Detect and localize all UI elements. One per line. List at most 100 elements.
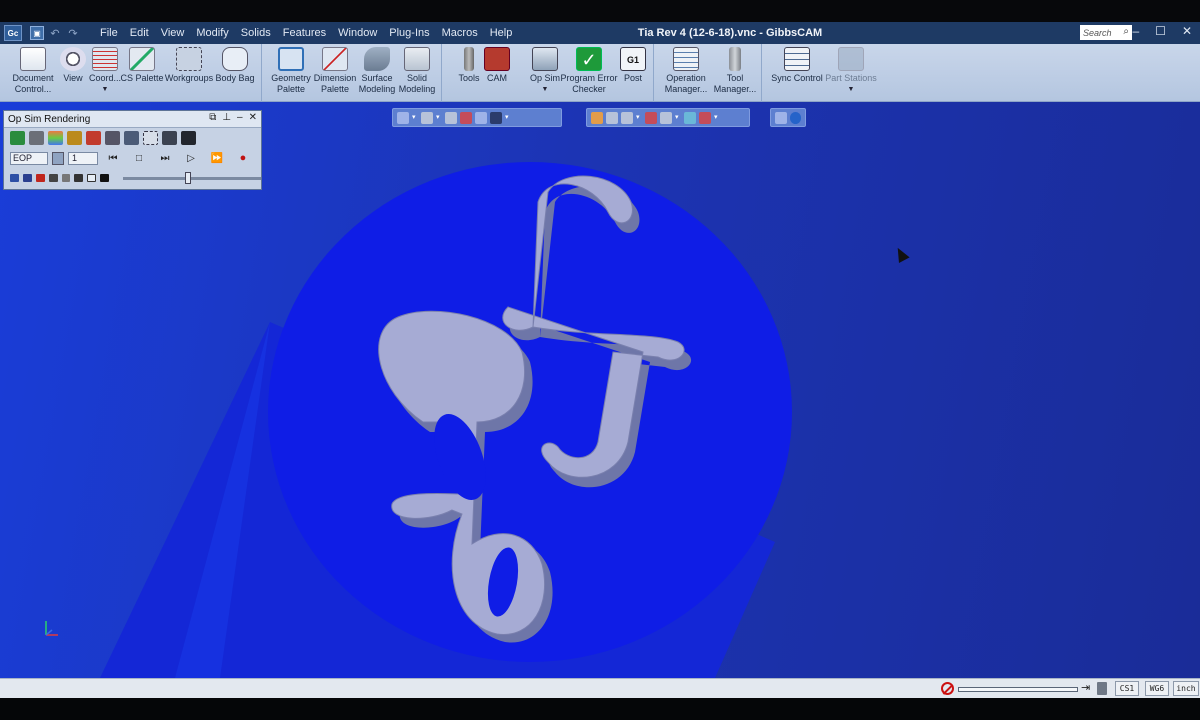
speed-slider-thumb[interactable] [185,171,192,184]
menu-file[interactable]: File [94,27,124,39]
verify-icon[interactable] [86,131,101,145]
workgroups-button[interactable]: Workgroups [164,47,214,84]
workgroup-indicator[interactable]: WG6 [1145,681,1169,696]
option-icon[interactable] [35,174,45,182]
progress-bar [958,687,1078,692]
menu-edit[interactable]: Edit [124,27,155,39]
ribbon-group-machining: Tools CAM Op Sim ▼ ✓ Program Error Checker… [446,44,654,102]
palette-title-bar[interactable]: Op Sim Rendering ⧉ ⊥ – ✕ [4,111,261,128]
color-mode-icon[interactable] [48,131,63,145]
operation-manager-button[interactable]: Operation Manager... [660,47,712,95]
pin-icon[interactable]: ⊥ [222,112,231,123]
option-icon[interactable] [87,174,97,182]
dimension-palette-button[interactable]: Dimension Palette [312,47,358,95]
chevron-down-icon: ▼ [847,86,855,93]
fast-forward-button[interactable]: ⏩ [206,153,228,164]
render-mode-icon[interactable] [460,111,472,124]
geometry-icon [278,47,304,71]
program-error-checker-label: Program Error Checker [560,73,618,94]
wireframe-icon[interactable] [606,111,618,124]
option-icon[interactable] [22,174,32,182]
layout-icon[interactable] [660,111,672,124]
dock-icon[interactable]: ⧉ [209,112,216,123]
display-icon[interactable] [490,111,502,124]
menu-features[interactable]: Features [277,27,332,39]
menu-solids[interactable]: Solids [235,27,277,39]
orient-icon[interactable] [475,111,487,124]
search-input[interactable]: Search ⌕ [1080,25,1132,40]
frame-icon[interactable] [445,111,457,124]
cancel-icon[interactable] [941,682,954,695]
step-mode-icon[interactable] [162,131,177,145]
chevron-down-icon[interactable]: ▼ [82,84,128,95]
step-button[interactable]: ⏭ [154,153,176,164]
option-icon[interactable] [100,174,110,182]
show-stock-icon[interactable] [29,131,44,145]
panel-icon[interactable] [181,131,196,145]
zoom-fit-icon[interactable] [397,111,409,124]
menu-help[interactable]: Help [484,27,519,39]
section-icon[interactable] [645,111,657,124]
color-pie-icon[interactable] [699,111,711,124]
minimize-button[interactable]: – [1132,24,1139,38]
option-icon[interactable] [48,174,58,182]
view-cube-icon[interactable] [421,111,433,124]
close-button[interactable]: ✕ [1182,24,1192,38]
lock-icon[interactable] [105,131,120,145]
redo-icon[interactable]: ↷ [66,26,80,40]
cam-button[interactable]: CAM [474,47,520,84]
step-count-field[interactable]: 1 [68,151,98,165]
view-toolbar-2[interactable]: ▾ ▾ ▾ [586,108,750,127]
option-icon[interactable] [10,174,19,182]
menu-plug-ins[interactable]: Plug-Ins [383,27,435,39]
trash-icon[interactable] [1097,682,1107,695]
op-sim-rendering-palette[interactable]: Op Sim Rendering ⧉ ⊥ – ✕ EOP 1 ⏮ □ ⏭ ▷ ⏩… [3,110,262,190]
option-icon[interactable] [61,174,71,182]
arrow-icon[interactable]: ⇥ [1081,681,1090,694]
speed-slider[interactable] [123,171,262,184]
shaded-icon[interactable] [591,111,603,124]
stop-button[interactable]: □ [128,153,150,164]
palette-transport-row: EOP 1 ⏮ □ ⏭ ▷ ⏩ ● [4,148,261,168]
tool-manager-button[interactable]: Tool Manager... [710,47,760,95]
menu-macros[interactable]: Macros [436,27,484,39]
show-tool-icon[interactable] [10,131,25,145]
close-icon[interactable]: ✕ [249,112,257,123]
minimize-icon[interactable]: – [237,112,243,123]
cs-palette-button[interactable]: CS Palette [120,47,164,84]
document-control-label: Document Control... [12,73,54,94]
fixture-icon[interactable] [124,131,139,145]
zoom-icon[interactable] [775,111,787,124]
geometry-palette-label: Geometry Palette [271,73,311,94]
post-button[interactable]: G1 Post [610,47,656,84]
record-button[interactable]: ● [232,152,254,164]
menu-modify[interactable]: Modify [190,27,234,39]
cam-icon [484,47,510,71]
menu-view[interactable]: View [155,27,191,39]
save-icon[interactable]: ▣ [30,26,44,40]
play-button[interactable]: ▷ [180,153,202,164]
option-icon[interactable] [74,174,84,182]
search-icon[interactable]: ⌕ [1123,26,1129,37]
grid-icon[interactable] [143,131,158,145]
holder-icon[interactable] [67,131,82,145]
menu-window[interactable]: Window [332,27,383,39]
units-indicator[interactable]: inch [1173,681,1199,696]
view-toolbar-3[interactable] [770,108,806,127]
solid-modeling-button[interactable]: Solid Modeling [394,47,440,95]
body-bag-button[interactable]: Body Bag [212,47,258,84]
appearance-icon[interactable] [684,111,696,124]
stop-at-field[interactable]: EOP [10,151,48,165]
monitor-bezel-top [0,0,1200,22]
title-bar: Gc ▣ ↶ ↷ File Edit View Modify Solids Fe… [0,22,1200,44]
coordinate-system-indicator[interactable]: CS1 [1115,681,1139,696]
rewind-button[interactable]: ⏮ [102,153,124,164]
geometry-palette-button[interactable]: Geometry Palette [268,47,314,95]
view-toolbar-1[interactable]: ▾ ▾ ▾ [392,108,562,127]
undo-icon[interactable]: ↶ [48,26,62,40]
help-icon[interactable] [789,111,801,124]
hidden-line-icon[interactable] [621,111,633,124]
stop-lock-icon[interactable] [52,151,64,165]
sync-control-button[interactable]: Sync Control [770,47,824,84]
maximize-button[interactable]: ☐ [1155,24,1166,38]
